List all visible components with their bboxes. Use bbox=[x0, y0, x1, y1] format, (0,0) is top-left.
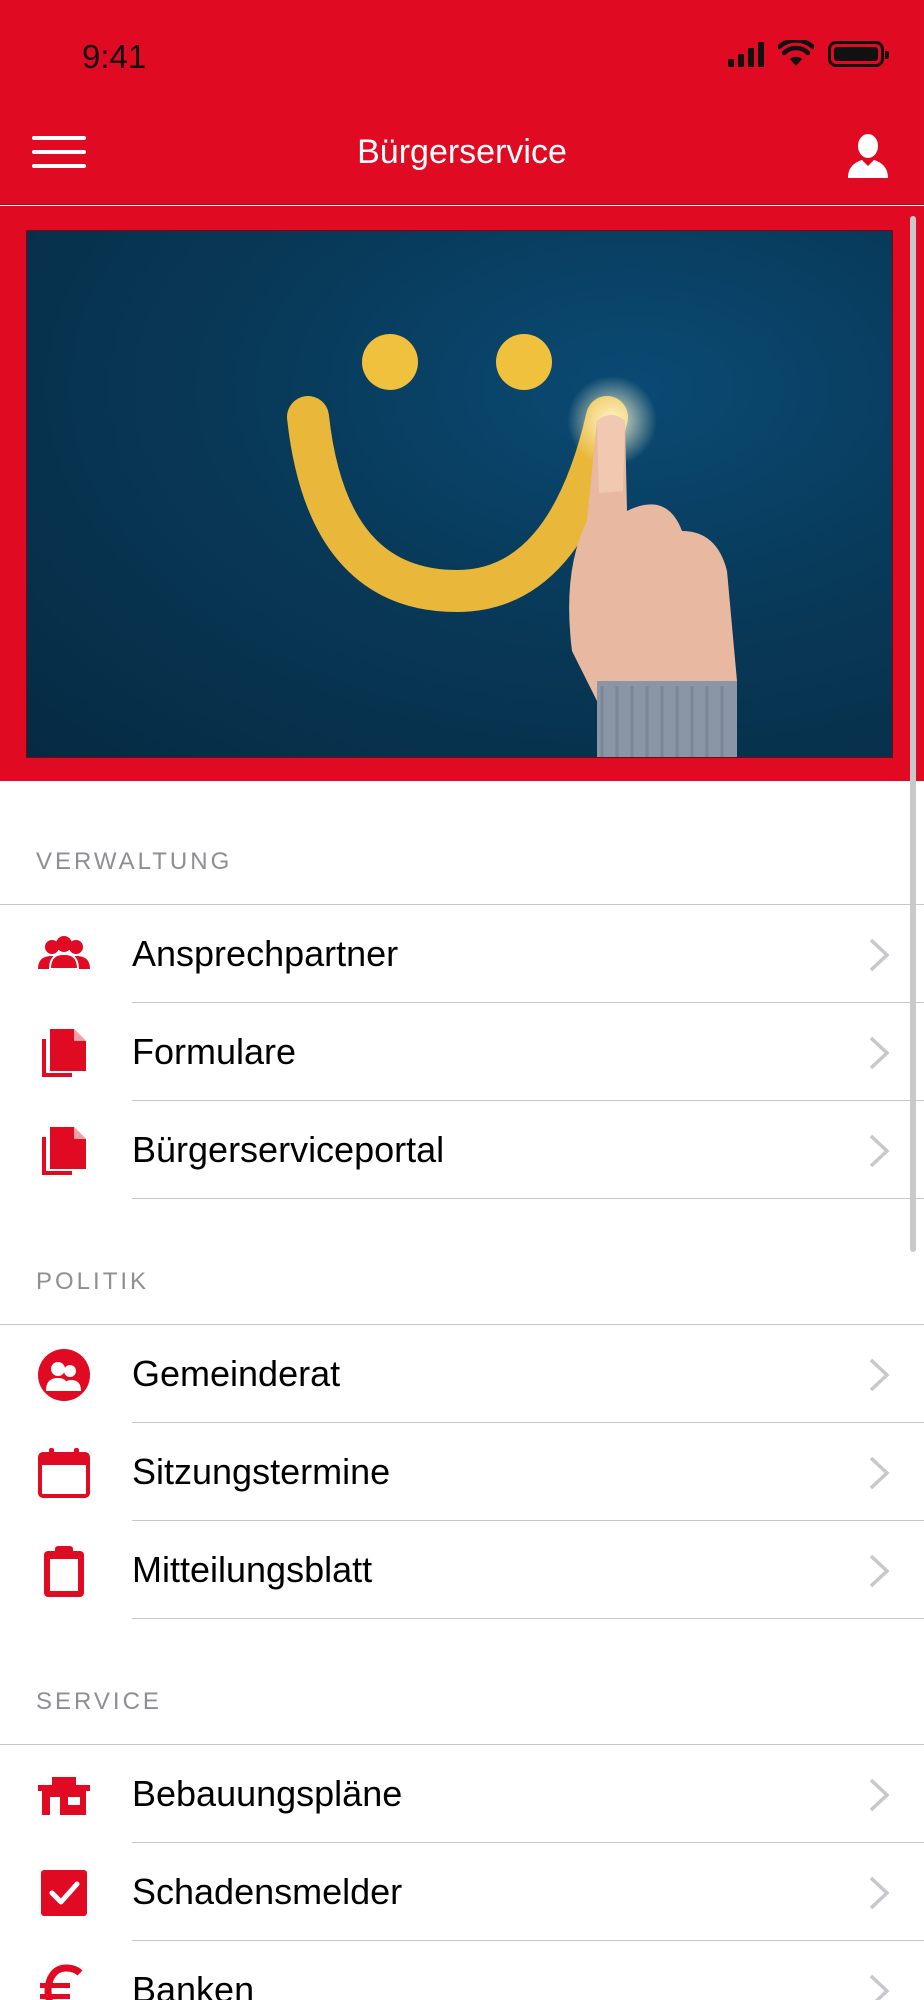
list-item-bebauungsplaene[interactable]: Bebauungspläne bbox=[0, 1745, 924, 1843]
list-item-label: Sitzungstermine bbox=[132, 1451, 391, 1492]
chevron-right-icon bbox=[869, 1876, 890, 1910]
hero-image bbox=[26, 230, 893, 758]
list-item-label: Ansprechpartner bbox=[132, 933, 399, 974]
chevron-right-icon bbox=[869, 1358, 890, 1392]
list-item-mitteilungsblatt[interactable]: Mitteilungsblatt bbox=[0, 1521, 924, 1619]
page-title: Bürgerservice bbox=[357, 133, 567, 171]
list-item-label: Mitteilungsblatt bbox=[132, 1549, 373, 1590]
chevron-right-icon bbox=[869, 1778, 890, 1812]
list-service: Bebauungspläne Schadensmelder Banken bbox=[0, 1744, 924, 2000]
documents-icon bbox=[42, 1029, 86, 1077]
list-item-label: Formulare bbox=[132, 1031, 297, 1072]
chevron-right-icon bbox=[869, 1554, 890, 1588]
list-item-buergerserviceportal[interactable]: Bürgerserviceportal bbox=[0, 1101, 924, 1199]
list-item-ansprechpartner[interactable]: Ansprechpartner bbox=[0, 905, 924, 1003]
chevron-right-icon bbox=[869, 1456, 890, 1490]
status-icons bbox=[728, 40, 889, 68]
smiley-illustration bbox=[287, 334, 737, 757]
list-item-gemeinderat[interactable]: Gemeinderat bbox=[0, 1325, 924, 1423]
clipboard-icon bbox=[44, 1546, 84, 1597]
signal-icon bbox=[728, 41, 764, 67]
people-icon bbox=[38, 936, 90, 970]
documents-icon bbox=[42, 1127, 86, 1175]
list-item-sitzungstermine[interactable]: Sitzungstermine bbox=[0, 1423, 924, 1521]
council-icon bbox=[38, 1349, 90, 1401]
section-header-verwaltung: VERWALTUNG bbox=[36, 848, 233, 875]
list-verwaltung: Ansprechpartner Formulare Bürgerservicep… bbox=[0, 904, 924, 1199]
list-item-label: Bürgerserviceportal bbox=[132, 1129, 445, 1170]
battery-icon bbox=[828, 41, 889, 67]
calendar-icon bbox=[38, 1448, 90, 1498]
chevron-right-icon bbox=[869, 1036, 890, 1070]
list-politik: Gemeinderat Sitzungstermine Mitteilungsb… bbox=[0, 1324, 924, 1619]
chevron-right-icon bbox=[869, 1134, 890, 1168]
wifi-icon bbox=[778, 40, 814, 66]
euro-icon bbox=[40, 1964, 83, 2000]
building-icon bbox=[38, 1777, 90, 1815]
navigation-bar: 9:41 Bürgerservice bbox=[0, 0, 924, 205]
checkbox-icon bbox=[41, 1870, 87, 1916]
hero-banner bbox=[0, 206, 924, 781]
list-item-label: Bebauungspläne bbox=[132, 1773, 403, 1814]
chevron-right-icon bbox=[869, 938, 890, 972]
status-time: 9:41 bbox=[82, 38, 147, 75]
user-icon[interactable] bbox=[846, 132, 890, 180]
list-item-banken[interactable]: Banken bbox=[0, 1941, 924, 2000]
section-header-politik: POLITIK bbox=[36, 1268, 150, 1295]
list-item-schadensmelder[interactable]: Schadensmelder bbox=[0, 1843, 924, 1941]
list-item-label: Banken bbox=[132, 1969, 255, 2000]
list-item-label: Schadensmelder bbox=[132, 1871, 403, 1912]
section-header-service: SERVICE bbox=[36, 1688, 162, 1715]
chevron-right-icon bbox=[869, 1974, 890, 2000]
list-item-label: Gemeinderat bbox=[132, 1353, 341, 1394]
list-item-formulare[interactable]: Formulare bbox=[0, 1003, 924, 1101]
